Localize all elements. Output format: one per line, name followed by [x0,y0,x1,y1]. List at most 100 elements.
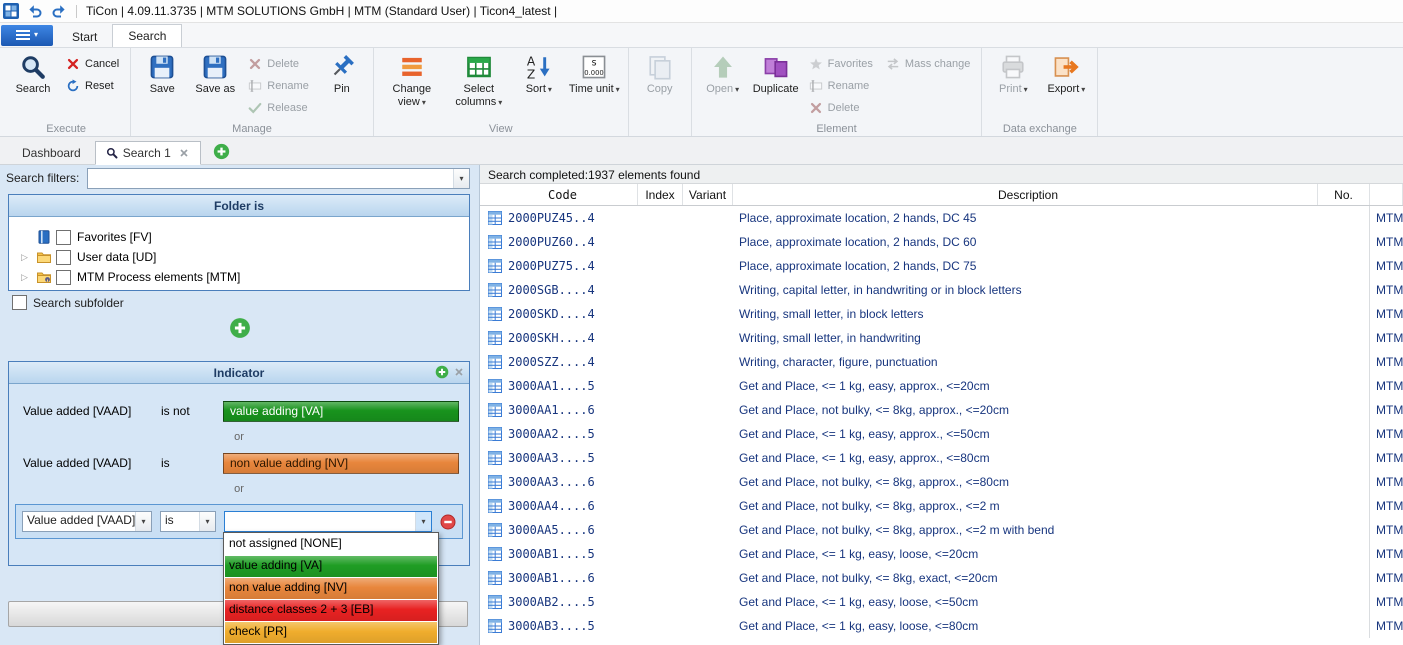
mass-change-button: Mass change [881,53,975,74]
table-row[interactable]: 2000PUZ75..4Place, approximate location,… [480,254,1403,278]
code-text: 2000SZZ....4 [508,355,595,369]
ribbon-group-label: Manage [131,123,373,135]
folder-checkbox[interactable] [56,270,71,285]
chevron-down-icon: ▾ [199,512,215,531]
search-filters-dropdown[interactable]: ▾ [87,168,470,189]
table-row[interactable]: 3000AA3....5Get and Place, <= 1 kg, easy… [480,446,1403,470]
column-header-no[interactable]: No. [1318,184,1370,205]
table-row[interactable]: 2000PUZ60..4Place, approximate location,… [480,230,1403,254]
table-row[interactable]: 3000AA4....6Get and Place, not bulky, <=… [480,494,1403,518]
condition-value-field[interactable]: non value adding [NV] [223,453,459,474]
dropdown-option-non-value-adding-nv[interactable]: non value adding [NV] [225,578,437,599]
folder-item-favorites-fv[interactable]: Favorites [FV] [9,227,469,247]
export-button[interactable]: Export▾ [1041,50,1091,96]
ribbon-tab-start[interactable]: Start [57,26,112,47]
cell-source: MTM [1370,403,1403,417]
file-menu-button[interactable]: ▾ [1,25,53,46]
table-row[interactable]: 2000SKD....4Writing, small letter, in bl… [480,302,1403,326]
save-icon [149,54,175,80]
cancel-button[interactable]: Cancel [61,53,124,74]
reset-button[interactable]: Reset [61,75,124,96]
cell-code: 3000AA1....6 [480,403,638,417]
table-row[interactable]: 3000AA5....6Get and Place, not bulky, <=… [480,518,1403,542]
column-header-item[interactable] [1370,184,1403,205]
rename-button: Rename [243,75,314,96]
close-tab-icon[interactable] [178,147,190,159]
redo-icon[interactable] [51,3,67,19]
table-row[interactable]: 3000AB1....6Get and Place, not bulky, <=… [480,566,1403,590]
pin-button[interactable]: Pin [317,50,367,96]
cell-code: 3000AA1....5 [480,379,638,393]
select-columns-button[interactable]: Select columns▾ [447,50,511,108]
table-row[interactable]: 2000SGB....4Writing, capital letter, in … [480,278,1403,302]
folder-box-title: Folder is [214,199,264,213]
code-text: 2000PUZ45..4 [508,211,595,225]
search-subfolder-checkbox[interactable] [12,295,27,310]
cell-description: Place, approximate location, 2 hands, DC… [733,211,1318,225]
undo-icon[interactable] [27,3,43,19]
column-header-variant[interactable]: Variant [683,184,733,205]
expander-icon[interactable]: ▷ [17,272,32,283]
folder-checkbox[interactable] [56,250,71,265]
cell-no [1318,350,1370,374]
table-row[interactable]: 3000AA2....5Get and Place, <= 1 kg, easy… [480,422,1403,446]
ribbon-tab-search[interactable]: Search [112,24,182,47]
tab-dashboard[interactable]: Dashboard [12,142,91,164]
table-row[interactable]: 3000AB2....5Get and Place, <= 1 kg, easy… [480,590,1403,614]
title-bar: TiCon | 4.09.11.3735 | MTM SOLUTIONS Gmb… [0,0,1403,23]
table-row[interactable]: 2000SKH....4Writing, small letter, in ha… [480,326,1403,350]
column-header-code[interactable]: Code [480,184,638,205]
table-row[interactable]: 2000SZZ....4Writing, character, figure, … [480,350,1403,374]
dropdown-option-check-pr[interactable]: check [PR] [225,622,437,643]
expander-icon[interactable]: ▷ [17,252,32,263]
ribbon-group-label: Element [692,123,982,135]
add-tab-button[interactable] [213,143,230,160]
save-button[interactable]: Save [137,50,187,96]
cell-source: MTM [1370,499,1403,513]
time-unit-button[interactable]: s0.000Time unit▾ [567,50,622,96]
condition-value-field[interactable]: value adding [VA] [223,401,459,422]
folder-checkbox[interactable] [56,230,71,245]
dropdown-option-distance-classes-2-3-eb[interactable]: distance classes 2 + 3 [EB] [225,600,437,621]
favorites-button: Favorites [804,53,878,74]
change-view-icon [399,54,425,80]
table-row[interactable]: 3000AA1....6Get and Place, not bulky, <=… [480,398,1403,422]
save-as-button[interactable]: Save as [190,50,240,96]
rename-button: Rename [804,75,878,96]
sort-button[interactable]: AZSort▾ [514,50,564,96]
ribbon-group-element: Open▾DuplicateFavoritesRenameDeleteMass … [692,48,983,136]
cell-code: 3000AB2....5 [480,595,638,609]
table-row[interactable]: 3000AA1....5Get and Place, <= 1 kg, easy… [480,374,1403,398]
folder-item-mtm-process-elements-mtm[interactable]: ▷MTM Process elements [MTM] [9,267,469,287]
remove-condition-button[interactable] [440,514,456,530]
table-row[interactable]: 3000AA3....6Get and Place, not bulky, <=… [480,470,1403,494]
change-view-button[interactable]: Change view▾ [380,50,444,108]
condition-operator-dropdown[interactable]: is ▾ [160,511,216,532]
column-header-description[interactable]: Description [733,184,1318,205]
dropdown-option-value-adding-va[interactable]: value adding [VA] [225,556,437,577]
add-filter-button[interactable] [229,317,251,339]
tab-search-1[interactable]: Search 1 [95,141,201,165]
dropdown-option-not-assigned-none[interactable]: not assigned [NONE] [225,534,437,555]
main-content: Search filters: ▾ Folder is Favorites [F… [0,165,1403,645]
add-condition-button[interactable] [435,365,449,379]
folder-item-user-data-ud[interactable]: ▷User data [UD] [9,247,469,267]
close-indicator-icon[interactable] [453,366,465,378]
table-row[interactable]: 3000AB1....5Get and Place, <= 1 kg, easy… [480,542,1403,566]
cell-description: Writing, small letter, in handwriting [733,331,1318,345]
condition-value-dropdown[interactable]: ▾ [224,511,432,532]
table-row[interactable]: 3000AB3....5Get and Place, <= 1 kg, easy… [480,614,1403,638]
search-subfolder-label: Search subfolder [33,296,124,310]
ribbon-group-label: Data exchange [982,123,1097,135]
cell-no [1318,230,1370,254]
condition-field-dropdown[interactable]: Value added [VAAD] ▾ [22,511,152,532]
table-row[interactable]: 2000PUZ45..4 Place, approximate location,… [480,206,1403,230]
cell-code: 3000AA2....5 [480,427,638,441]
search-button[interactable]: Search [8,50,58,96]
search-filters-row: Search filters: ▾ [6,168,470,188]
results-panel: Search completed:1937 elements found Cod… [480,165,1403,645]
svg-text:Z: Z [527,67,535,80]
duplicate-button[interactable]: Duplicate [751,50,801,96]
grid-blue-icon [488,547,502,561]
column-header-index[interactable]: Index [638,184,683,205]
